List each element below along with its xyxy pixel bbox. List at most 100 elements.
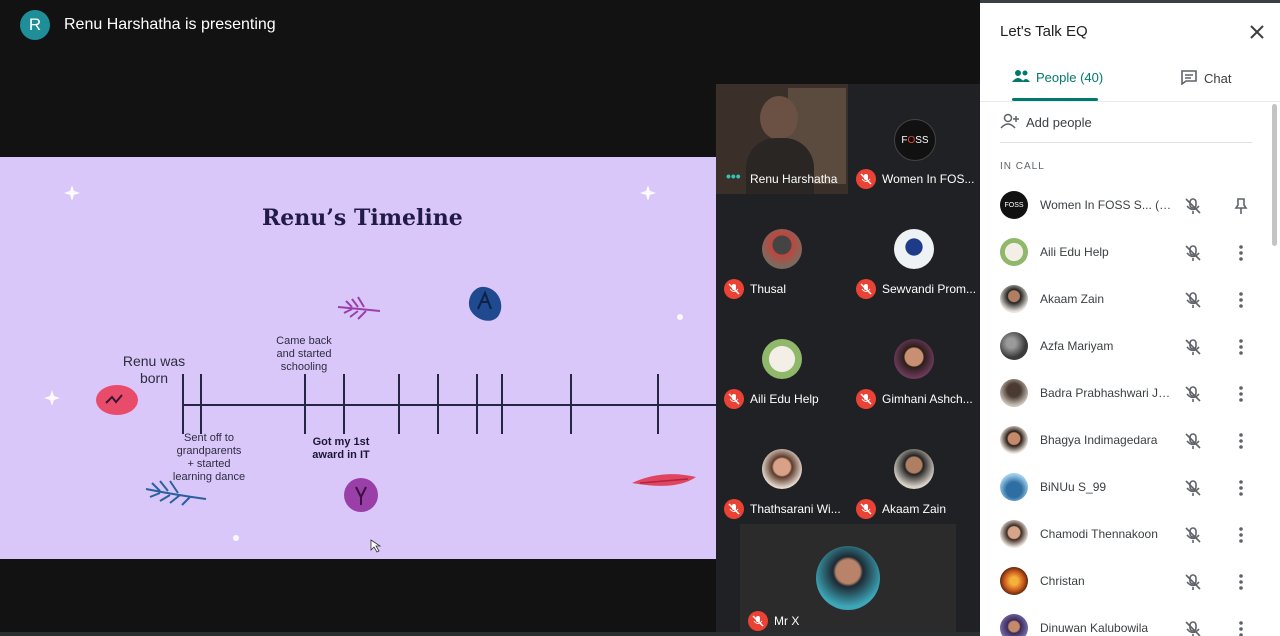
avatar <box>1000 426 1028 454</box>
more-options-icon[interactable] <box>1231 243 1251 268</box>
mic-off-icon <box>724 499 744 519</box>
mic-off-icon <box>1183 337 1203 362</box>
more-options-icon[interactable] <box>1231 478 1251 503</box>
mic-off-icon <box>1183 290 1203 315</box>
side-panel: Let's Talk EQ People (40) Chat Add peopl… <box>980 3 1280 636</box>
participant-name: Dinuwan Kalubowila <box>1040 621 1149 635</box>
mic-off-icon <box>724 389 744 409</box>
participant-tile[interactable]: Akaam Zain <box>848 414 980 524</box>
list-item[interactable]: FOSS Women In FOSS S... (You) <box>1000 183 1260 229</box>
tile-name: Thusal <box>750 282 787 296</box>
list-item[interactable]: BiNUu S_99 <box>1000 465 1260 511</box>
more-options-icon[interactable] <box>1231 525 1251 550</box>
timeline-tick <box>476 374 478 434</box>
tile-name: Aili Edu Help <box>750 392 819 406</box>
panel-scrollbar[interactable] <box>1272 104 1277 246</box>
tab-chat-label: Chat <box>1204 71 1232 86</box>
avatar <box>894 449 934 489</box>
add-people-label: Add people <box>1026 115 1092 130</box>
avatar: FOSS <box>1000 191 1028 219</box>
avatar <box>1000 567 1028 595</box>
timeline-tick <box>437 374 439 434</box>
avatar <box>1000 332 1028 360</box>
mic-off-icon <box>856 279 876 299</box>
mic-off-icon <box>1183 619 1203 636</box>
avatar <box>762 339 802 379</box>
participant-name: Azfa Mariyam <box>1040 339 1114 353</box>
participant-tile[interactable]: Sewvandi Prom... <box>848 194 980 304</box>
mic-off-icon <box>748 611 768 631</box>
avatar <box>816 546 880 610</box>
participant-tile[interactable]: Gimhani Ashch... <box>848 304 980 414</box>
timeline-tick <box>398 374 400 434</box>
avatar <box>894 229 934 269</box>
participant-name: Bhagya Indimagedara <box>1040 433 1158 447</box>
speaking-indicator: ••• <box>726 168 741 184</box>
tile-name: Sewvandi Prom... <box>882 282 976 296</box>
timeline-label-came-back: Came back and started schooling <box>276 335 332 373</box>
add-people-button[interactable]: Add people <box>1000 113 1092 132</box>
pin-icon[interactable] <box>1231 196 1251 221</box>
participant-tile[interactable]: Mr X <box>740 524 956 636</box>
timeline-axis <box>182 404 716 406</box>
list-item[interactable]: Chamodi Thennakoon <box>1000 512 1260 558</box>
close-icon[interactable] <box>1248 23 1266 41</box>
mic-off-icon <box>1183 243 1203 268</box>
avatar <box>1000 379 1028 407</box>
tile-name: Mr X <box>774 614 800 628</box>
mic-off-icon <box>1183 431 1203 456</box>
avatar <box>762 449 802 489</box>
section-heading: IN CALL <box>1000 161 1045 172</box>
mic-off-icon <box>856 169 876 189</box>
mic-off-icon <box>1183 478 1203 503</box>
timeline-label-award: Got my 1st award in IT <box>312 436 370 461</box>
presenter-label: Renu Harshatha is presenting <box>64 16 276 33</box>
participant-name: Women In FOSS S... (You) <box>1040 198 1174 212</box>
timeline-label-born: Renu was born <box>122 353 186 386</box>
more-options-icon[interactable] <box>1231 384 1251 409</box>
participant-tile[interactable]: F O SS Women In FOS... <box>848 84 980 194</box>
list-item[interactable]: Azfa Mariyam <box>1000 324 1260 370</box>
shared-slide: Renu’s Timeline Renu was born Came back an… <box>0 157 716 559</box>
list-item[interactable]: Akaam Zain <box>1000 277 1260 323</box>
timeline-tick <box>182 374 184 434</box>
participant-tile[interactable]: Thusal <box>716 194 848 304</box>
tab-chat[interactable]: Chat <box>1180 69 1231 88</box>
participant-tile[interactable]: Thathsarani Wi... <box>716 414 848 524</box>
tab-people[interactable]: People (40) <box>1012 69 1103 86</box>
list-item[interactable]: Badra Prabhashwari Jay... <box>1000 371 1260 417</box>
bottom-strip <box>0 632 980 636</box>
avatar <box>1000 238 1028 266</box>
tile-name: Renu Harshatha <box>750 172 838 186</box>
tile-name: Gimhani Ashch... <box>882 392 973 406</box>
panel-tabs: People (40) Chat <box>980 61 1280 102</box>
more-options-icon[interactable] <box>1231 572 1251 597</box>
more-options-icon[interactable] <box>1231 337 1251 362</box>
participant-tile[interactable]: Aili Edu Help <box>716 304 848 414</box>
participant-tile[interactable]: ••• Renu Harshatha <box>716 84 848 194</box>
more-options-icon[interactable] <box>1231 431 1251 456</box>
participant-name: Badra Prabhashwari Jay... <box>1040 386 1174 400</box>
list-item[interactable]: Christan <box>1000 559 1260 605</box>
mic-off-icon <box>856 499 876 519</box>
panel-title: Let's Talk EQ <box>1000 23 1088 40</box>
list-item[interactable]: Aili Edu Help <box>1000 230 1260 276</box>
foss-logo-avatar: F O SS <box>894 119 936 161</box>
avatar <box>1000 520 1028 548</box>
chat-icon <box>1180 69 1198 88</box>
people-icon <box>1012 69 1030 86</box>
timeline-tick <box>200 374 202 434</box>
mic-off-icon <box>1183 572 1203 597</box>
mic-off-icon <box>1183 196 1203 221</box>
list-item[interactable]: Bhagya Indimagedara <box>1000 418 1260 464</box>
list-item[interactable]: Dinuwan Kalubowila <box>1000 606 1260 636</box>
timeline-tick <box>343 374 345 434</box>
presentation-stage: R Renu Harshatha is presenting Renu’s Ti… <box>0 0 980 636</box>
more-options-icon[interactable] <box>1231 619 1251 636</box>
more-options-icon[interactable] <box>1231 290 1251 315</box>
tab-people-label: People (40) <box>1036 70 1104 85</box>
tile-name: Akaam Zain <box>882 502 947 516</box>
add-people-divider <box>1000 142 1252 143</box>
avatar <box>1000 614 1028 636</box>
mic-off-icon <box>1183 384 1203 409</box>
